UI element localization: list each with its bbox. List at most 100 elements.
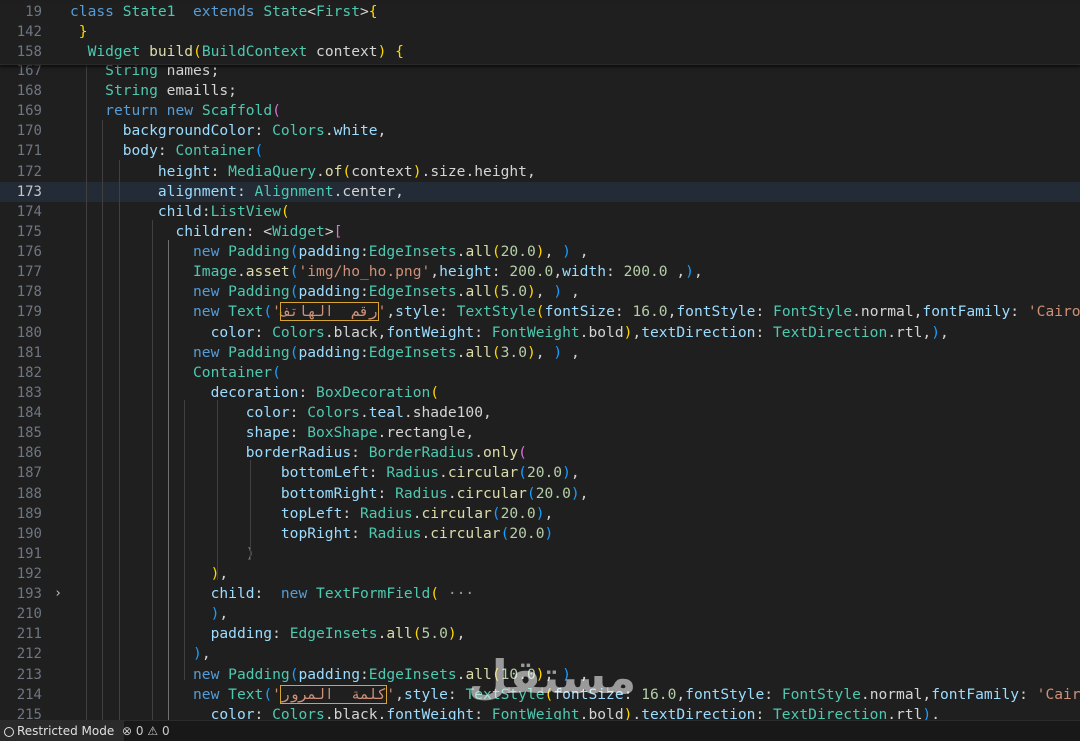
code-text[interactable]: bottomRight: Radius.circular(20.0), (70, 484, 589, 504)
code-token: : (360, 666, 369, 683)
code-line[interactable]: 176 new Padding(padding:EdgeInsets.all(2… (0, 242, 1080, 262)
code-token: new (193, 344, 229, 361)
code-line[interactable]: 181 new Padding(padding:EdgeInsets.all(3… (0, 343, 1080, 363)
code-token: asset (245, 263, 290, 280)
code-text[interactable]: children: <Widget>[ (70, 222, 342, 242)
code-text[interactable]: borderRadius: BorderRadius.only( (70, 443, 527, 463)
code-token: Radius (368, 525, 422, 542)
code-line[interactable]: 187 bottomLeft: Radius.circular(20.0), (0, 463, 1080, 483)
code-line[interactable]: 185 shape: BoxShape.rectangle, (0, 423, 1080, 443)
code-token: , (939, 324, 949, 341)
code-text[interactable]: ), (70, 604, 229, 624)
code-token: ) (412, 163, 422, 180)
code-text[interactable]: shape: BoxShape.rectangle, (70, 423, 474, 443)
code-text[interactable]: new Text('رقم الهاتف',style: TextStyle(f… (70, 302, 1080, 322)
code-line[interactable]: 19 class State1 extends State<First>{ (0, 2, 1080, 22)
code-line[interactable]: 142 } (0, 22, 1080, 42)
code-text[interactable]: class State1 extends State<First>{ (70, 2, 378, 22)
code-token: padding (298, 243, 360, 260)
code-text[interactable]: String emaills; (70, 81, 237, 101)
code-token: fontWeight (386, 706, 475, 720)
code-text[interactable]: new Padding(padding:EdgeInsets.all(5.0),… (70, 282, 580, 302)
code-line[interactable]: 173 alignment: Alignment.center, (0, 182, 1080, 202)
code-text[interactable]: Image.asset('img/ho_ho.png',height: 200.… (70, 262, 703, 282)
code-text[interactable]: return new Scaffold( (70, 101, 281, 121)
code-line[interactable]: 180 color: Colors.black,fontWeight: Font… (0, 323, 1080, 343)
fold-chevron-icon[interactable]: › (52, 584, 64, 604)
code-token: 5.0 (421, 625, 448, 642)
code-line[interactable]: 168 String emaills; (0, 81, 1080, 101)
code-text[interactable]: ) (70, 544, 255, 564)
code-line[interactable]: 183 decoration: BoxDecoration( (0, 383, 1080, 403)
code-token: .rtl, (887, 324, 932, 341)
code-text[interactable]: child: new TextFormField( ··· (70, 584, 475, 604)
code-line[interactable]: 189 topLeft: Radius.circular(20.0), (0, 504, 1080, 524)
code-text[interactable]: color: Colors.black.fontWeight: FontWeig… (70, 705, 940, 720)
code-line[interactable]: 186 borderRadius: BorderRadius.only( (0, 443, 1080, 463)
code-text[interactable]: alignment: Alignment.center, (70, 182, 404, 202)
code-text[interactable]: bottomLeft: Radius.circular(20.0), (70, 463, 580, 483)
code-text[interactable]: topLeft: Radius.circular(20.0), (70, 504, 553, 524)
code-line[interactable]: 178 new Padding(padding:EdgeInsets.all(5… (0, 282, 1080, 302)
code-token: , (386, 303, 396, 320)
problems-indicator[interactable]: ⊗ 0 ⚠ 0 (122, 721, 170, 741)
code-line[interactable]: 169 return new Scaffold( (0, 101, 1080, 121)
code-token: Image (193, 263, 237, 280)
code-text[interactable]: body: Container( (70, 141, 264, 161)
code-token: ( (263, 303, 273, 320)
code-token: : (254, 324, 273, 341)
code-token: , (544, 505, 554, 522)
code-line[interactable]: 211 padding: EdgeInsets.all(5.0), (0, 624, 1080, 644)
code-line[interactable]: 182 Container( (0, 363, 1080, 383)
code-text[interactable]: color: Colors.black,fontWeight: FontWeig… (70, 323, 949, 343)
code-text[interactable]: backgroundColor: Colors.white, (70, 121, 387, 141)
code-line[interactable]: 193 › child: new TextFormField( ··· (0, 584, 1080, 604)
code-line[interactable]: 215 color: Colors.black.fontWeight: Font… (0, 705, 1080, 720)
code-line[interactable]: 192 ), (0, 564, 1080, 584)
code-text[interactable]: topRight: Radius.circular(20.0) (70, 524, 553, 544)
code-line[interactable]: 174 child:ListView( (0, 202, 1080, 222)
code-line[interactable]: 170 backgroundColor: Colors.white, (0, 121, 1080, 141)
line-number: 183 (16, 385, 42, 401)
line-number: 186 (16, 445, 42, 461)
code-text[interactable]: decoration: BoxDecoration( (70, 383, 439, 403)
code-token: Scaffold (201, 102, 273, 119)
code-text[interactable]: color: Colors.teal.shade100, (70, 403, 492, 423)
code-text[interactable]: ), (70, 564, 229, 584)
line-number: 170 (16, 123, 42, 139)
code-text[interactable]: ), (70, 644, 211, 664)
sticky-scroll-header[interactable]: 19 class State1 extends State<First>{142 … (0, 2, 1080, 65)
code-token: decoration (210, 384, 299, 401)
code-text[interactable]: new Padding(padding:EdgeInsets.all(20.0)… (70, 242, 589, 262)
restricted-mode-indicator[interactable]: Restricted Mode (0, 721, 125, 741)
code-line[interactable]: 172 height: MediaQuery.of(context).size.… (0, 162, 1080, 182)
code-text[interactable]: padding: EdgeInsets.all(5.0), (70, 624, 466, 644)
code-text[interactable]: Widget build(BuildContext context) { (70, 42, 404, 62)
code-text[interactable]: height: MediaQuery.of(context).size.heig… (70, 162, 536, 182)
code-line[interactable]: 188 bottomRight: Radius.circular(20.0), (0, 484, 1080, 504)
code-line[interactable]: 171 body: Container( (0, 141, 1080, 161)
code-line[interactable]: 190 topRight: Radius.circular(20.0) (0, 524, 1080, 544)
code-text[interactable]: new Padding(padding:EdgeInsets.all(3.0),… (70, 343, 580, 363)
code-text[interactable]: } (70, 22, 88, 42)
line-number: 176 (16, 244, 42, 260)
code-line[interactable]: 158 Widget build(BuildContext context) { (0, 42, 1080, 62)
code-line[interactable]: 179 new Text('رقم الهاتف',style: TextSty… (0, 302, 1080, 322)
code-editor[interactable]: 19 class State1 extends State<First>{142 … (0, 0, 1080, 720)
code-token: EdgeInsets (289, 625, 378, 642)
code-token: ( (263, 686, 273, 703)
code-token: emaills; (157, 82, 237, 99)
code-line[interactable]: 175 children: <Widget>[ (0, 222, 1080, 242)
code-token: Widget (272, 223, 325, 240)
code-line[interactable]: 191 ) (0, 544, 1080, 564)
code-token: : (289, 404, 308, 421)
code-token: State (263, 3, 308, 20)
code-line[interactable]: 184 color: Colors.teal.shade100, (0, 403, 1080, 423)
code-line[interactable]: 210 ), (0, 604, 1080, 624)
code-token: new (280, 585, 317, 602)
arabic-string-highlight: كلمة المرور (279, 685, 388, 704)
code-line[interactable]: 177 Image.asset('img/ho_ho.png',height: … (0, 262, 1080, 282)
